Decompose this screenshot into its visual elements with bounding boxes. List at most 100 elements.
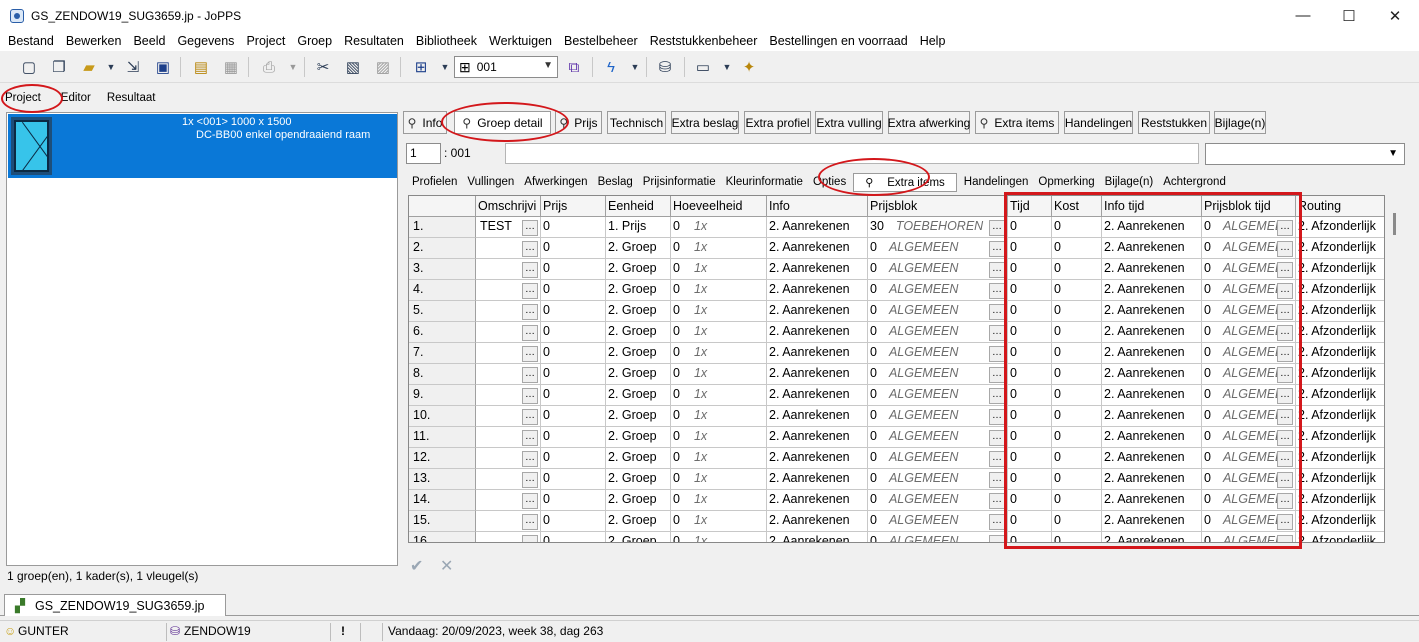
routing-cell[interactable]: 2. Afzonderlijk: [1296, 364, 1384, 385]
routing-cell[interactable]: 2. Afzonderlijk: [1296, 343, 1384, 364]
info-cell[interactable]: 2. Aanrekenen: [767, 259, 868, 280]
prijsblok-cell[interactable]: 30 TOEBEHOREN…: [868, 217, 1008, 238]
lightning-icon[interactable]: ϟ: [600, 56, 622, 78]
ellipsis-button[interactable]: …: [522, 346, 538, 362]
cancel-x-icon[interactable]: ✕: [440, 556, 453, 576]
ellipsis-button[interactable]: …: [989, 535, 1005, 542]
ellipsis-button[interactable]: …: [989, 262, 1005, 278]
subtab-kleurinformatie[interactable]: Kleurinformatie: [721, 176, 808, 188]
new-document-icon[interactable]: ▢: [18, 56, 40, 78]
prijs-cell[interactable]: 0: [541, 322, 606, 343]
eenheid-cell[interactable]: 2. Groep: [606, 448, 671, 469]
extra-beslag-button[interactable]: Extra beslag: [671, 111, 739, 134]
close-button[interactable]: ✕: [1372, 0, 1418, 31]
confirm-check-icon[interactable]: ✔: [410, 556, 423, 576]
prijs-cell[interactable]: 0: [541, 490, 606, 511]
routing-cell[interactable]: 2. Afzonderlijk: [1296, 280, 1384, 301]
subtab-vullingen[interactable]: Vullingen: [462, 176, 519, 188]
open-dropdown-icon[interactable]: ▼: [100, 56, 122, 78]
ellipsis-button[interactable]: …: [522, 409, 538, 425]
column-header[interactable]: Eenheid: [606, 196, 671, 217]
prijsblok-cell[interactable]: 0 ALGEMEEN…: [868, 532, 1008, 542]
omschrijving-cell[interactable]: …: [476, 511, 541, 532]
subtab-beslag[interactable]: Beslag: [593, 176, 638, 188]
calendar-dropdown-icon[interactable]: ▼: [716, 56, 738, 78]
omschrijving-cell[interactable]: …: [476, 490, 541, 511]
open-folder-icon[interactable]: ▰: [78, 56, 100, 78]
info-cell[interactable]: 2. Aanrekenen: [767, 280, 868, 301]
prijs-cell[interactable]: 0: [541, 301, 606, 322]
position-dropdown[interactable]: ▼: [1205, 143, 1405, 165]
grid-vertical-scrollbar[interactable]: [1388, 195, 1404, 543]
eenheid-cell[interactable]: 2. Groep: [606, 280, 671, 301]
eenheid-cell[interactable]: 2. Groep: [606, 490, 671, 511]
lightning-dropdown-icon[interactable]: ▼: [624, 56, 646, 78]
ellipsis-button[interactable]: …: [989, 325, 1005, 341]
prijsblok-cell[interactable]: 0 ALGEMEEN…: [868, 385, 1008, 406]
menu-bestellingen[interactable]: Bestellingen en voorraad: [763, 34, 913, 48]
routing-cell[interactable]: 2. Afzonderlijk: [1296, 490, 1384, 511]
routing-cell[interactable]: 2. Afzonderlijk: [1296, 469, 1384, 490]
cut-icon[interactable]: ✂: [312, 56, 334, 78]
prijs-cell[interactable]: 0: [541, 217, 606, 238]
grid-dropdown-icon[interactable]: ▼: [434, 56, 456, 78]
extra-profiel-button[interactable]: Extra profiel: [744, 111, 811, 134]
omschrijving-cell[interactable]: …: [476, 301, 541, 322]
ellipsis-button[interactable]: …: [989, 493, 1005, 509]
prijsblok-cell[interactable]: 0 ALGEMEEN…: [868, 448, 1008, 469]
routing-cell[interactable]: 2. Afzonderlijk: [1296, 322, 1384, 343]
ellipsis-button[interactable]: …: [989, 241, 1005, 257]
prijs-cell[interactable]: 0: [541, 448, 606, 469]
prijsblok-cell[interactable]: 0 ALGEMEEN…: [868, 406, 1008, 427]
subtab-handelingen[interactable]: Handelingen: [959, 176, 1034, 188]
routing-cell[interactable]: 2. Afzonderlijk: [1296, 427, 1384, 448]
menu-gegevens[interactable]: Gegevens: [171, 34, 240, 48]
bijlagen-button[interactable]: Bijlage(n): [1214, 111, 1266, 134]
info-cell[interactable]: 2. Aanrekenen: [767, 427, 868, 448]
printer-icon[interactable]: ⎙: [258, 56, 280, 78]
menu-project[interactable]: Project: [240, 34, 291, 48]
eenheid-cell[interactable]: 2. Groep: [606, 427, 671, 448]
tab-resultaat[interactable]: Resultaat: [102, 88, 161, 110]
prijs-cell[interactable]: 0: [541, 532, 606, 542]
position-number-field[interactable]: 1: [406, 143, 441, 164]
omschrijving-cell[interactable]: …: [476, 280, 541, 301]
omschrijving-cell[interactable]: …: [476, 364, 541, 385]
ellipsis-button[interactable]: …: [989, 409, 1005, 425]
ellipsis-button[interactable]: …: [522, 367, 538, 383]
ellipsis-button[interactable]: …: [989, 451, 1005, 467]
subtab-opmerking[interactable]: Opmerking: [1033, 176, 1099, 188]
extra-afwerking-button[interactable]: Extra afwerking: [888, 111, 970, 134]
ellipsis-button[interactable]: …: [522, 283, 538, 299]
ellipsis-button[interactable]: …: [522, 241, 538, 257]
routing-cell[interactable]: 2. Afzonderlijk: [1296, 301, 1384, 322]
ellipsis-button[interactable]: …: [522, 325, 538, 341]
omschrijving-cell[interactable]: …: [476, 343, 541, 364]
hoeveelheid-cell[interactable]: 0 1x: [671, 406, 767, 427]
extra-items-button[interactable]: ⚲ Extra items: [975, 111, 1059, 134]
menu-reststukkenbeheer[interactable]: Reststukkenbeheer: [644, 34, 764, 48]
multi-window-icon[interactable]: ⧉: [563, 56, 585, 78]
subtab-prijsinformatie[interactable]: Prijsinformatie: [638, 176, 721, 188]
prijsblok-cell[interactable]: 0 ALGEMEEN…: [868, 511, 1008, 532]
subtab-afwerkingen[interactable]: Afwerkingen: [519, 176, 592, 188]
hoeveelheid-cell[interactable]: 0 1x: [671, 511, 767, 532]
prijs-cell[interactable]: 0: [541, 469, 606, 490]
ellipsis-button[interactable]: …: [522, 304, 538, 320]
ellipsis-button[interactable]: …: [522, 493, 538, 509]
omschrijving-cell[interactable]: …: [476, 238, 541, 259]
ellipsis-button[interactable]: …: [989, 388, 1005, 404]
routing-cell[interactable]: 2. Afzonderlijk: [1296, 406, 1384, 427]
prijs-cell[interactable]: 0: [541, 343, 606, 364]
prijs-cell[interactable]: 0: [541, 511, 606, 532]
print-preview-icon[interactable]: ▤: [190, 56, 212, 78]
column-header[interactable]: [409, 196, 476, 217]
prijsblok-cell[interactable]: 0 ALGEMEEN…: [868, 301, 1008, 322]
routing-cell[interactable]: 2. Afzonderlijk: [1296, 259, 1384, 280]
prijs-cell[interactable]: 0: [541, 238, 606, 259]
info-cell[interactable]: 2. Aanrekenen: [767, 322, 868, 343]
eenheid-cell[interactable]: 2. Groep: [606, 322, 671, 343]
group-combo[interactable]: ⊞ 001 ▼: [454, 56, 558, 78]
column-header[interactable]: Prijsblok: [868, 196, 1008, 217]
routing-cell[interactable]: 2. Afzonderlijk: [1296, 532, 1384, 542]
